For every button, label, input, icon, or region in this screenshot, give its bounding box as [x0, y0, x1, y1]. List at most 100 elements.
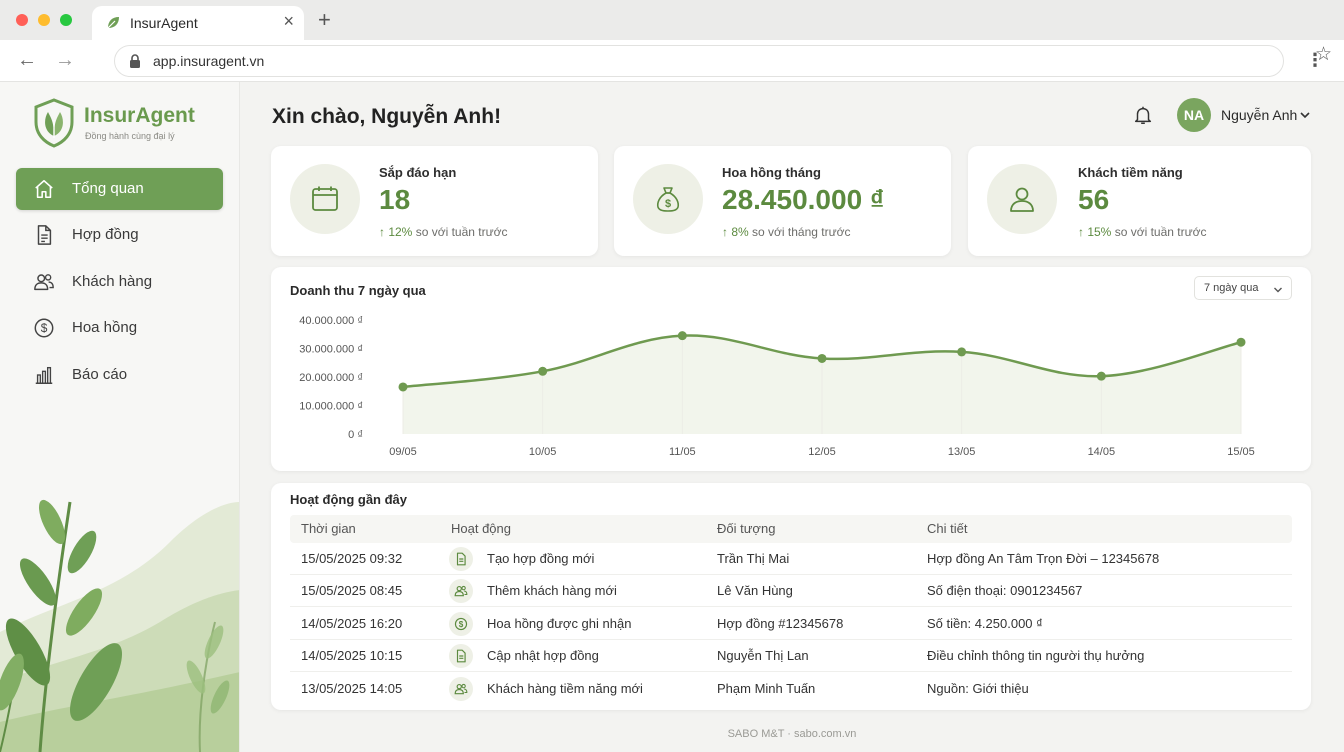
- forward-icon[interactable]: →: [55, 49, 75, 71]
- table-row[interactable]: 14/05/2025 10:15 Cập nhật hợp đồng Nguyễn …: [290, 640, 1292, 673]
- foliage-illustration: [0, 499, 239, 752]
- page-title: Xin chào, Nguyễn Anh!: [272, 105, 502, 128]
- chevron-down-icon[interactable]: [1299, 109, 1311, 121]
- data-point[interactable]: [538, 366, 548, 376]
- x-tick-label: 14/05: [1088, 446, 1116, 458]
- stat-icon-circle: $: [633, 164, 703, 234]
- cell-detail: Số điện thoại: 0901234567: [927, 583, 1083, 599]
- address-bar: ← → app.insuragent.vn ☆ ⋮: [0, 40, 1344, 82]
- svg-text:$: $: [459, 620, 464, 629]
- y-tick-label: 0 ₫: [348, 429, 363, 441]
- sidebar-item-tong-quan[interactable]: Tổng quan: [16, 168, 223, 210]
- browser-tab-bar: InsurAgent × +: [0, 0, 1344, 40]
- cell-action: Tạo hợp đồng mới: [487, 551, 595, 566]
- y-tick-label: 40.000.000 ₫: [299, 315, 363, 327]
- cell-time: 15/05/2025 08:45: [301, 583, 403, 599]
- data-point[interactable]: [398, 382, 408, 392]
- user-icon: [1010, 187, 1034, 212]
- cell-target: Nguyễn Thị Lan: [717, 648, 809, 664]
- cell-time: 14/05/2025 10:15: [301, 648, 403, 664]
- svg-text:$: $: [41, 321, 48, 335]
- stat-value: 56: [1078, 184, 1110, 215]
- window-maximize-button[interactable]: [60, 14, 72, 26]
- data-point[interactable]: [957, 347, 967, 357]
- stat-label: Hoa hồng tháng: [722, 165, 821, 180]
- cell-time: 14/05/2025 16:20: [301, 615, 403, 631]
- sidebar-item-label: Báo cáo: [72, 366, 128, 383]
- dollar-icon: $: [34, 318, 54, 338]
- cell-detail: Điều chỉnh thông tin người thụ hưởng: [927, 648, 1145, 664]
- activity-icon: [449, 644, 473, 669]
- kebab-icon[interactable]: ⋮: [1306, 51, 1324, 69]
- stat-icon-circle: [290, 164, 360, 234]
- cell-target: Lê Văn Hùng: [717, 583, 793, 599]
- sidebar-item-label: Hợp đồng: [72, 226, 139, 243]
- users-icon: [34, 274, 54, 291]
- data-point[interactable]: [1096, 371, 1106, 381]
- stat-icon-circle: [987, 164, 1057, 234]
- column-header: Thời gian: [301, 521, 356, 536]
- home-icon: [35, 179, 53, 199]
- stat-delta: ↑ 12% so với tuần trước: [379, 225, 508, 239]
- y-tick-label: 10.000.000 ₫: [299, 401, 363, 413]
- y-tick-label: 20.000.000 ₫: [299, 372, 363, 384]
- stat-delta: ↑ 15% so với tuần trước: [1078, 225, 1207, 239]
- stat-value: 28.450.000 ₫: [722, 184, 885, 215]
- table-header: Thời gian Hoạt động Đối tượng Chi tiết: [290, 515, 1292, 543]
- cell-detail: Số tiền: 4.250.000 ₫: [927, 615, 1043, 631]
- x-tick-label: 12/05: [808, 446, 836, 458]
- back-icon[interactable]: ←: [17, 49, 37, 71]
- stat-card-hoa-hong-thang: $ Hoa hồng tháng 28.450.000 ₫ ↑ 8% so vớ…: [614, 146, 951, 256]
- stat-card-khach-tiem-nang: Khách tiềm năng 56 ↑ 15% so với tuần trư…: [968, 146, 1311, 256]
- sidebar-item-hop-dong[interactable]: Hợp đồng: [16, 214, 223, 256]
- cell-detail: Hợp đồng An Tâm Trọn Đời – 12345678: [927, 551, 1160, 566]
- stat-card-sap-dao-han: Sắp đáo hạn 18 ↑ 12% so với tuần trước: [271, 146, 598, 256]
- table-row[interactable]: 14/05/2025 16:20 $ Hoa hồng được ghi nhận H…: [290, 608, 1292, 640]
- stat-value: 18: [379, 184, 411, 215]
- users-icon: [454, 586, 468, 597]
- url-field[interactable]: app.insuragent.vn: [114, 45, 1284, 77]
- money-bag-icon: $: [656, 187, 680, 212]
- sidebar-item-label: Khách hàng: [72, 273, 153, 290]
- brand-name: InsurAgent: [84, 104, 195, 127]
- stat-label: Khách tiềm năng: [1078, 165, 1183, 180]
- column-header: Đối tượng: [717, 521, 776, 536]
- table-row[interactable]: 15/05/2025 09:32 Tạo hợp đồng mới Trần Thị…: [290, 543, 1292, 575]
- browser-tab[interactable]: InsurAgent ×: [92, 6, 304, 40]
- activity-icon: [449, 547, 473, 571]
- bar-chart-icon: [35, 366, 53, 384]
- cell-action: Cập nhật hợp đồng: [487, 648, 599, 664]
- x-tick-label: 15/05: [1227, 446, 1255, 458]
- sidebar-item-khach-hang[interactable]: Khách hàng: [16, 261, 223, 303]
- activity-title: Hoạt động gần đây: [290, 492, 407, 507]
- cell-detail: Nguồn: Giới thiệu: [927, 680, 1029, 696]
- window-close-button[interactable]: [16, 14, 28, 26]
- table-row[interactable]: 13/05/2025 14:05 Khách hàng tiềm năng mới…: [290, 673, 1292, 705]
- bell-icon[interactable]: [1132, 104, 1154, 126]
- dollar-icon: $: [454, 617, 468, 630]
- activity-icon: [449, 579, 473, 604]
- close-icon[interactable]: ×: [283, 11, 294, 31]
- activity-card: Hoạt động gần đây Thời gian Hoạt động Đố…: [271, 483, 1311, 710]
- sidebar-item-label: Hoa hồng: [72, 319, 138, 336]
- document-icon: [456, 552, 466, 566]
- data-point[interactable]: [1236, 337, 1246, 347]
- stat-delta: ↑ 8% so với tháng trước: [722, 225, 851, 239]
- sidebar-item-bao-cao[interactable]: Báo cáo: [16, 354, 223, 396]
- activity-icon: [449, 676, 473, 701]
- sidebar: InsurAgent Đồng hành cùng đại lý Tổng qu…: [0, 82, 240, 752]
- x-tick-label: 11/05: [669, 446, 696, 458]
- sidebar-item-label: Tổng quan: [72, 180, 144, 197]
- sidebar-item-hoa-hong[interactable]: $ Hoa hồng: [16, 307, 223, 349]
- user-name[interactable]: Nguyễn Anh: [1221, 107, 1297, 123]
- plus-icon[interactable]: +: [318, 9, 331, 31]
- window-minimize-button[interactable]: [38, 14, 50, 26]
- cell-time: 13/05/2025 14:05: [301, 680, 403, 696]
- data-point[interactable]: [677, 331, 687, 341]
- document-icon: [37, 225, 52, 245]
- data-point[interactable]: [817, 353, 827, 363]
- avatar[interactable]: NA: [1177, 98, 1211, 132]
- activity-icon: $: [449, 611, 473, 636]
- table-row[interactable]: 15/05/2025 08:45 Thêm khách hàng mới Lê Vă…: [290, 575, 1292, 608]
- tab-title: InsurAgent: [130, 15, 198, 31]
